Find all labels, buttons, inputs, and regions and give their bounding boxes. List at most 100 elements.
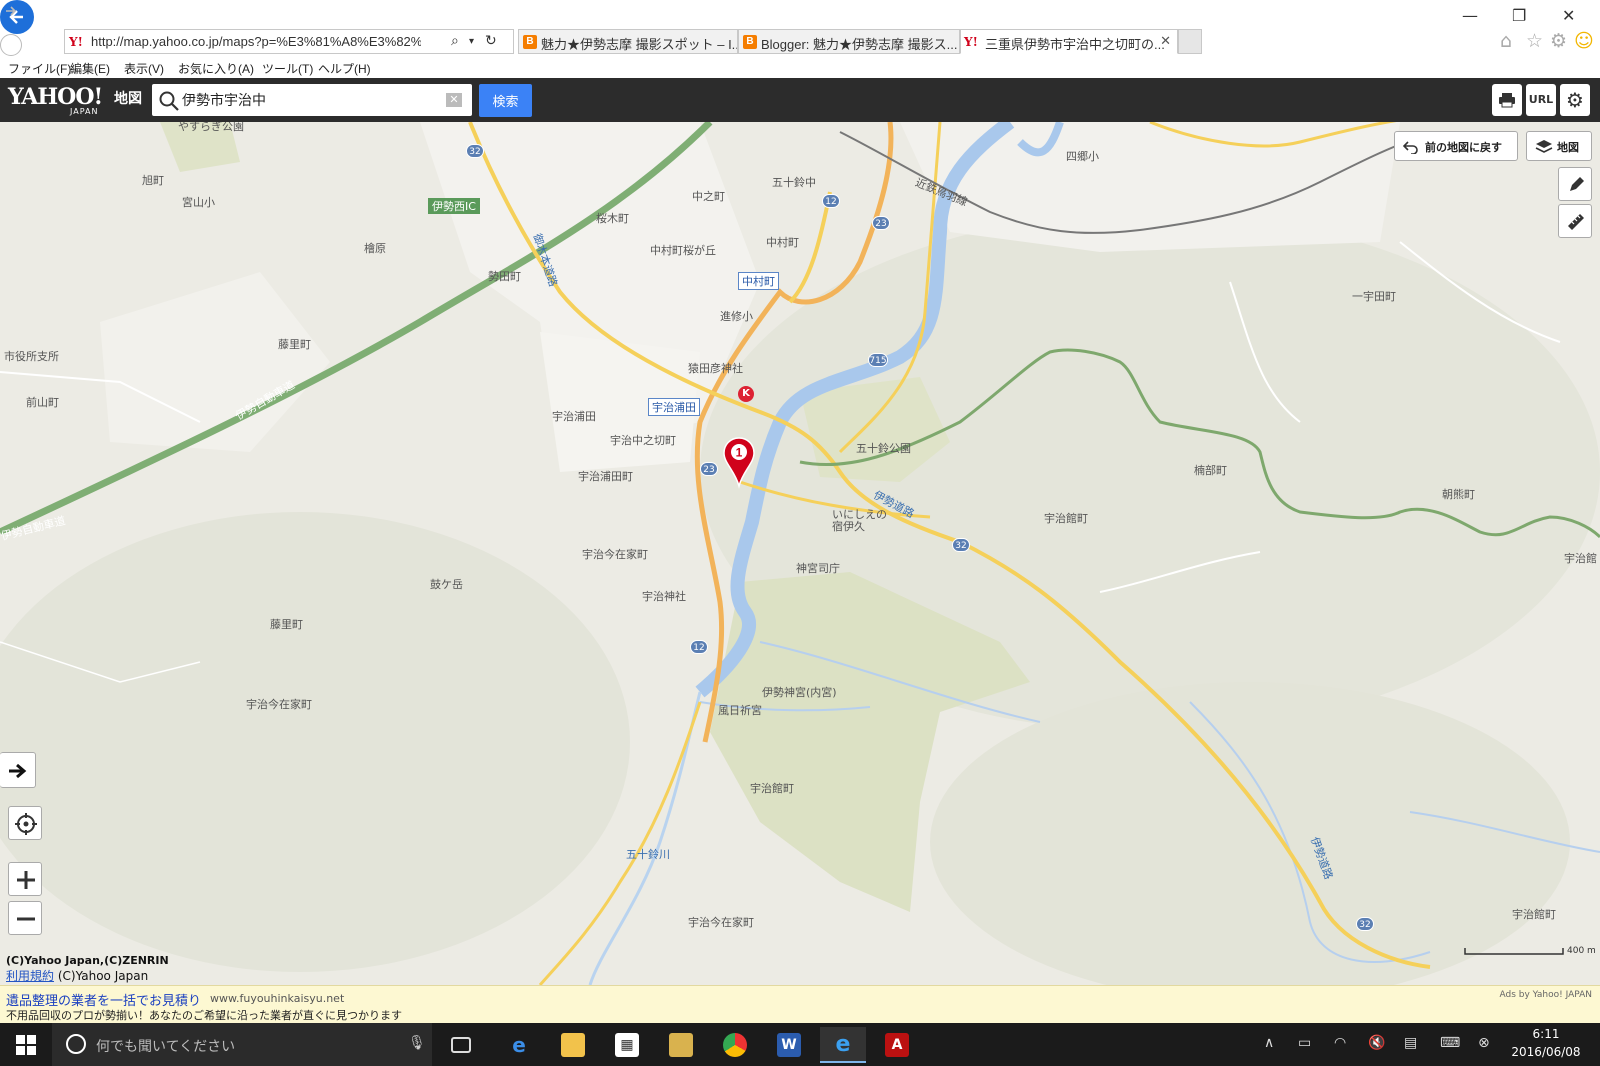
prev-map-label: 前の地図に戻す xyxy=(1425,141,1502,154)
edge-icon: e xyxy=(512,1033,526,1057)
keyboard-icon[interactable]: ⌨ xyxy=(1440,1035,1460,1051)
station-label[interactable]: 宇治浦田 xyxy=(648,398,700,416)
map-search-box[interactable]: ✕ xyxy=(152,84,472,116)
location-pin-icon[interactable]: 1 xyxy=(722,436,756,490)
url-text[interactable]: http://map.yahoo.co.jp/maps?p=%E3%81%A8%… xyxy=(91,34,421,49)
url-button[interactable]: URL xyxy=(1526,84,1556,116)
settings-button[interactable]: ⚙ xyxy=(1560,84,1590,116)
clear-search-icon[interactable]: ✕ xyxy=(446,93,462,107)
route-shield: 23 xyxy=(700,462,718,476)
search-icon[interactable]: ⌕ xyxy=(451,33,459,49)
ad-attribution[interactable]: Ads by Yahoo! JAPAN xyxy=(1499,990,1592,1000)
taskbar-acrobat[interactable]: A xyxy=(874,1027,920,1063)
taskbar-app-yellow[interactable] xyxy=(658,1027,704,1063)
map-label: 市役所支所 xyxy=(4,350,59,363)
route-shield: 32 xyxy=(1356,917,1374,931)
taskbar-word[interactable]: W xyxy=(766,1027,812,1063)
windows-taskbar: 何でも聞いてください 🎙 e ▦ W e A ∧ ▭ ◠ 🔇 ▤ ⌨ ⊗ 6:1… xyxy=(0,1023,1600,1066)
close-circle-icon[interactable]: ⊗ xyxy=(1478,1035,1490,1051)
tab-2[interactable]: B Blogger: 魅力★伊勢志摩 撮影ス... xyxy=(738,29,960,54)
ad-url[interactable]: www.fuyouhinkaisyu.net xyxy=(210,992,344,1005)
terms-line: 利用規約 (C)Yahoo Japan xyxy=(6,967,148,984)
map-label: 旭町 xyxy=(142,174,164,187)
menu-favorites[interactable]: お気に入り(A) xyxy=(178,60,254,77)
map-label: 伊勢神宮(内宮) xyxy=(762,686,837,699)
terms-copyright: (C)Yahoo Japan xyxy=(54,969,149,983)
expand-panel-button[interactable] xyxy=(0,752,36,788)
map-canvas[interactable]: やすらぎ公園 旭町 宮山小 伊勢西IC 檜原 勢田町 藤里町 市役所支所 前山町… xyxy=(0,122,1600,985)
microphone-icon[interactable]: 🎙 xyxy=(408,1035,426,1051)
terms-link[interactable]: 利用規約 xyxy=(6,969,54,983)
map-service-label: 地図 xyxy=(114,91,142,107)
store-icon: ▦ xyxy=(615,1033,639,1057)
battery-icon[interactable]: ▭ xyxy=(1298,1035,1311,1051)
search-input[interactable] xyxy=(182,84,432,116)
action-center-icon[interactable]: ▤ xyxy=(1404,1035,1417,1051)
taskbar-edge[interactable]: e xyxy=(496,1027,542,1063)
yahoo-favicon-icon: Y! xyxy=(964,35,978,49)
measure-button[interactable] xyxy=(1558,204,1592,238)
clock-date[interactable]: 2016/06/08 xyxy=(1506,1045,1586,1059)
tab-1[interactable]: B 魅力★伊勢志摩 撮影スポット – I... xyxy=(518,29,738,54)
search-button[interactable]: 検索 xyxy=(479,84,532,117)
yahoo-favicon-icon: Y! xyxy=(69,35,83,49)
volume-muted-icon[interactable]: 🔇 xyxy=(1368,1035,1385,1051)
taskbar-ie[interactable]: e xyxy=(820,1027,866,1063)
zoom-in-button[interactable] xyxy=(8,862,42,896)
menu-file[interactable]: ファイル(F) xyxy=(8,60,71,77)
route-shield: 12 xyxy=(822,194,840,208)
clock-time[interactable]: 6:11 xyxy=(1506,1027,1586,1041)
wifi-icon[interactable]: ◠ xyxy=(1334,1035,1346,1051)
prev-map-button[interactable]: 前の地図に戻す xyxy=(1394,131,1518,161)
arrow-right-icon xyxy=(9,763,27,779)
favorites-star-icon[interactable]: ☆ xyxy=(1526,30,1543,52)
map-label: 宇治今在家町 xyxy=(582,548,648,561)
map-base-layer xyxy=(0,122,1600,985)
close-window-icon[interactable]: ✕ xyxy=(1562,6,1575,25)
map-label: 宇治館町 xyxy=(750,782,794,795)
tray-chevron-icon[interactable]: ∧ xyxy=(1264,1035,1274,1051)
taskbar-chrome[interactable] xyxy=(712,1027,758,1063)
dropdown-icon[interactable]: ▾ xyxy=(469,36,474,47)
settings-gear-icon[interactable]: ⚙ xyxy=(1550,30,1567,52)
police-box-icon: K xyxy=(738,386,754,402)
task-view-button[interactable] xyxy=(440,1027,486,1063)
menu-view[interactable]: 表示(V) xyxy=(124,60,164,77)
map-label: 前山町 xyxy=(26,396,59,409)
tab-close-icon[interactable]: ✕ xyxy=(1160,33,1171,49)
blogger-icon: B xyxy=(523,35,537,49)
ruler-icon xyxy=(1568,214,1584,230)
crosshair-icon xyxy=(15,813,37,835)
tab-3-active[interactable]: Y! 三重県伊勢市宇治中之切町の... ✕ xyxy=(960,29,1178,54)
new-tab-button[interactable] xyxy=(1178,29,1202,54)
station-label[interactable]: 中村町 xyxy=(738,272,779,290)
refresh-icon[interactable]: ↻ xyxy=(485,33,497,49)
map-label: 四郷小 xyxy=(1066,150,1099,163)
cortana-search-box[interactable]: 何でも聞いてください 🎙 xyxy=(52,1023,432,1066)
menu-tools[interactable]: ツール(T) xyxy=(262,60,313,77)
print-button[interactable] xyxy=(1492,84,1522,116)
taskbar-store[interactable]: ▦ xyxy=(604,1027,650,1063)
forward-arrow-icon xyxy=(6,6,17,16)
taskbar-explorer[interactable] xyxy=(550,1027,596,1063)
restore-icon[interactable]: ❐ xyxy=(1512,6,1526,25)
smiley-icon[interactable]: ☺ xyxy=(1574,30,1594,52)
app-icon xyxy=(669,1033,693,1057)
map-layer-button[interactable]: 地図 xyxy=(1526,131,1592,161)
windows-start-icon[interactable] xyxy=(16,1035,36,1055)
minimize-icon[interactable]: — xyxy=(1462,6,1478,25)
map-label: 進修小 xyxy=(720,310,753,323)
map-label: 宇治神社 xyxy=(642,590,686,603)
folder-icon xyxy=(561,1033,585,1057)
home-icon[interactable]: ⌂ xyxy=(1500,30,1512,52)
address-bar[interactable]: Y! http://map.yahoo.co.jp/maps?p=%E3%81%… xyxy=(64,29,514,54)
menu-edit[interactable]: 編集(E) xyxy=(70,60,110,77)
map-label: 中村町 xyxy=(766,236,799,249)
current-location-button[interactable] xyxy=(8,806,42,840)
forward-button[interactable] xyxy=(0,6,22,56)
map-label: 宿伊久 xyxy=(832,520,865,533)
draw-button[interactable] xyxy=(1558,167,1592,201)
map-label: 宇治浦田町 xyxy=(578,470,633,483)
zoom-out-button[interactable] xyxy=(8,901,42,935)
menu-help[interactable]: ヘルプ(H) xyxy=(318,60,371,77)
